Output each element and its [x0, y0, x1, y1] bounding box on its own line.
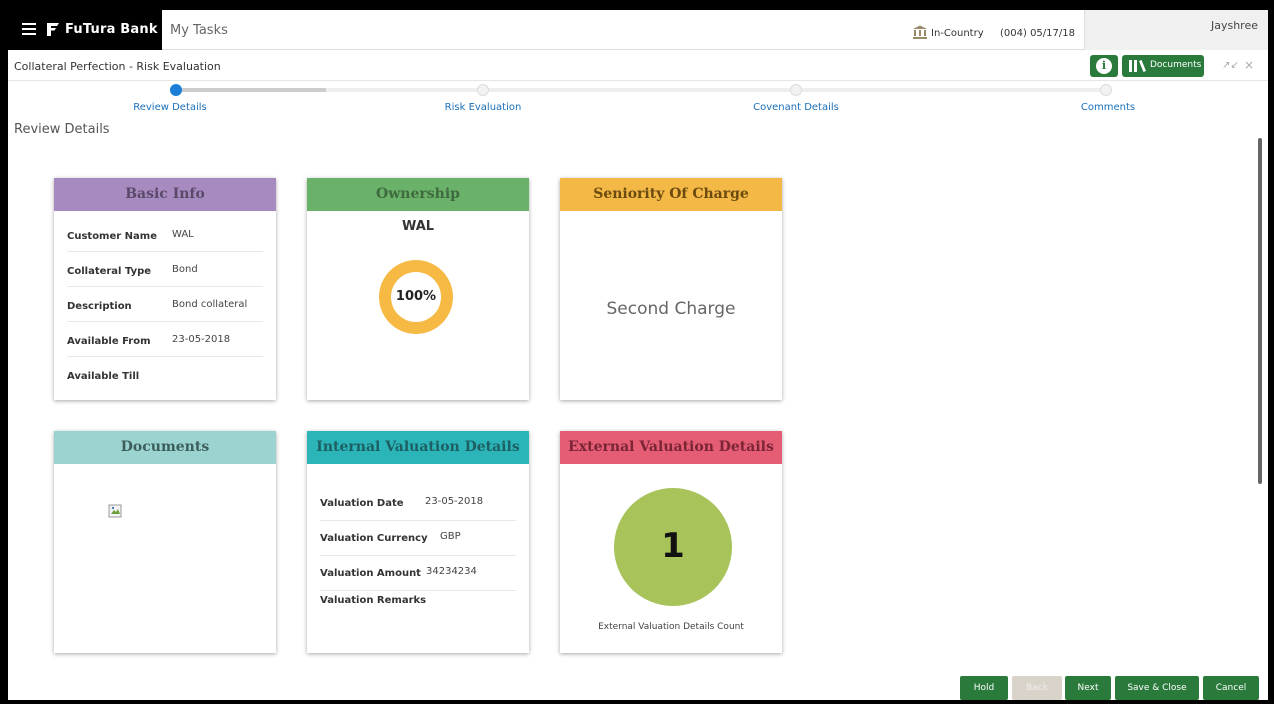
card-header: Basic Info: [54, 178, 276, 211]
card-header: Internal Valuation Details: [307, 431, 529, 464]
info-value: WAL: [172, 229, 194, 240]
info-button[interactable]: i: [1090, 55, 1118, 77]
ownership-percentage: 100%: [395, 289, 437, 304]
info-key: Collateral Type: [67, 266, 152, 277]
brand-area: FuTura Bank: [8, 10, 162, 50]
info-row: Valuation Remarks: [320, 591, 516, 626]
info-key: Available From: [67, 336, 151, 347]
owner-name: WAL: [401, 219, 435, 234]
next-button[interactable]: Next: [1065, 676, 1111, 700]
info-key: Available Till: [67, 371, 140, 382]
top-bar: FuTura Bank My Tasks In-Country (004) 05…: [8, 10, 1268, 50]
info-key: Valuation Remarks: [320, 595, 427, 606]
info-key: Description: [67, 301, 132, 312]
branch-name[interactable]: In-Country: [931, 28, 984, 39]
info-row: Customer Name WAL: [67, 217, 263, 252]
seniority-value: Second Charge: [606, 299, 736, 319]
info-row: Collateral Type Bond: [67, 252, 263, 287]
donut-hole: 100%: [391, 272, 441, 322]
ownership-donut-chart: 100%: [379, 260, 453, 334]
section-heading: Review Details: [14, 122, 110, 137]
step-dot-review-details[interactable]: [170, 84, 182, 96]
brand-name: FuTura Bank: [65, 22, 158, 37]
info-key: Customer Name: [67, 231, 157, 242]
info-value: GBP: [440, 531, 461, 542]
documents-card[interactable]: Documents: [54, 431, 276, 653]
step-dot-covenant-details[interactable]: [790, 84, 802, 96]
internal-valuation-card[interactable]: Internal Valuation Details Valuation Dat…: [307, 431, 529, 653]
info-row: Available From 23-05-2018: [67, 322, 263, 357]
task-title-bar: Collateral Perfection - Risk Evaluation …: [8, 51, 1268, 81]
info-row: Description Bond collateral: [67, 287, 263, 322]
info-key: Valuation Amount: [320, 568, 421, 579]
card-header: External Valuation Details: [560, 431, 782, 464]
info-value: 23-05-2018: [172, 334, 231, 345]
step-label-covenant-details[interactable]: Covenant Details: [753, 102, 839, 113]
card-header: Seniority Of Charge: [560, 178, 782, 211]
branch-date: (004) 05/17/18: [1000, 28, 1075, 39]
brand-logo-icon: [47, 23, 59, 36]
cancel-button[interactable]: Cancel: [1203, 676, 1259, 700]
external-valuation-count-circle: 1: [614, 488, 732, 606]
hamburger-menu-icon[interactable]: [22, 23, 36, 35]
documents-button-label: Documents: [1150, 60, 1202, 70]
minimize-icon[interactable]: ↗↙: [1222, 60, 1239, 71]
info-key: Valuation Currency: [320, 533, 428, 544]
info-row: Available Till: [67, 357, 263, 392]
external-valuation-caption: External Valuation Details Count: [598, 622, 744, 632]
card-header: Documents: [54, 431, 276, 464]
external-valuation-card[interactable]: External Valuation Details 1 External Va…: [560, 431, 782, 653]
step-dot-risk-evaluation[interactable]: [477, 84, 489, 96]
close-icon[interactable]: ×: [1244, 58, 1254, 72]
stepper-progress: [170, 88, 326, 92]
step-label-risk-evaluation[interactable]: Risk Evaluation: [445, 102, 522, 113]
step-label-comments[interactable]: Comments: [1081, 102, 1135, 113]
library-icon: [1129, 60, 1146, 72]
process-stepper: Review Details Risk Evaluation Covenant …: [8, 82, 1268, 116]
info-value: 34234234: [426, 566, 477, 577]
back-button[interactable]: Back: [1012, 676, 1062, 700]
info-value: Bond collateral: [172, 299, 248, 310]
page-title: Collateral Perfection - Risk Evaluation: [14, 60, 221, 73]
info-key: Valuation Date: [320, 498, 404, 509]
save-close-button[interactable]: Save & Close: [1115, 676, 1199, 700]
basic-info-card[interactable]: Basic Info Customer Name WAL Collateral …: [54, 178, 276, 400]
broken-image-icon: [108, 504, 122, 518]
external-valuation-count: 1: [661, 526, 685, 566]
my-tasks-link[interactable]: My Tasks: [170, 23, 228, 38]
documents-button[interactable]: Documents: [1122, 55, 1204, 77]
user-menu[interactable]: Jayshree: [1084, 10, 1268, 50]
user-name[interactable]: Jayshree: [1211, 19, 1258, 32]
scrollbar-thumb[interactable]: [1258, 138, 1262, 484]
vertical-scrollbar[interactable]: [1256, 116, 1266, 676]
card-header: Ownership: [307, 178, 529, 211]
info-row: Valuation Amount 34234234: [320, 556, 516, 591]
info-value: Bond: [172, 264, 198, 275]
step-label-review-details[interactable]: Review Details: [133, 102, 207, 113]
seniority-card[interactable]: Seniority Of Charge Second Charge: [560, 178, 782, 400]
app-window: FuTura Bank My Tasks In-Country (004) 05…: [8, 10, 1268, 700]
info-icon: i: [1096, 58, 1112, 74]
bank-branch-icon: [913, 25, 927, 39]
hold-button[interactable]: Hold: [960, 676, 1008, 700]
info-value: 23-05-2018: [425, 496, 484, 507]
step-dot-comments[interactable]: [1100, 84, 1112, 96]
info-row: Valuation Currency GBP: [320, 521, 516, 556]
info-row: Valuation Date 23-05-2018: [320, 486, 516, 521]
ownership-card[interactable]: Ownership WAL 100%: [307, 178, 529, 400]
